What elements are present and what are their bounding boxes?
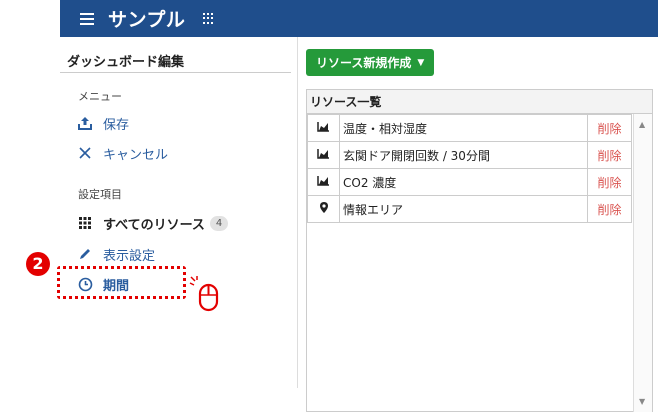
step-number-badge: 2 — [26, 252, 50, 276]
section-label-menu: メニュー — [78, 90, 122, 103]
scroll-down-icon[interactable]: ▼ — [639, 397, 645, 406]
save-button[interactable]: 保存 — [76, 113, 129, 133]
table-row[interactable]: 温度・相対湿度 削除 — [307, 114, 632, 142]
sidebar-item-display-settings[interactable]: 表示設定 — [76, 244, 155, 264]
table-row[interactable]: CO2 濃度 削除 — [307, 168, 632, 196]
all-resources-label: すべてのリソース — [103, 217, 205, 233]
section-label-settings: 設定項目 — [78, 188, 122, 201]
create-resource-button[interactable]: リソース新規作成 ▼ — [306, 49, 435, 76]
panel-title: リソース一覧 — [307, 90, 652, 114]
main-content: リソース新規作成 ▼ リソース一覧 温度・相対湿度 削除 玄関ドア開閉回数 / … — [298, 37, 658, 412]
delete-button[interactable]: 削除 — [587, 114, 632, 142]
delete-button[interactable]: 削除 — [587, 141, 632, 169]
resource-list-panel: リソース一覧 温度・相対湿度 削除 玄関ドア開閉回数 / 30分間 削除 CO2… — [306, 89, 653, 412]
upload-icon — [76, 114, 94, 132]
highlight-box — [57, 266, 186, 299]
grid-icon[interactable] — [203, 12, 215, 25]
sidebar-item-all-resources[interactable]: すべてのリソース 4 — [76, 213, 229, 233]
hamburger-icon[interactable] — [80, 12, 94, 25]
app-header: サンプル — [60, 0, 658, 37]
area-chart-icon — [307, 114, 340, 142]
table-row[interactable]: 玄関ドア開閉回数 / 30分間 削除 — [307, 141, 632, 169]
display-settings-label: 表示設定 — [103, 248, 156, 264]
sidebar-title: ダッシュボード編集 — [67, 55, 185, 70]
sidebar-divider — [60, 72, 291, 73]
scroll-up-icon[interactable]: ▲ — [639, 120, 645, 129]
resource-name: 温度・相対湿度 — [339, 114, 588, 142]
pencil-icon — [76, 245, 94, 263]
map-marker-icon — [307, 195, 340, 223]
caret-down-icon: ▼ — [417, 57, 425, 68]
cancel-button[interactable]: キャンセル — [76, 143, 168, 163]
resource-name: 情報エリア — [339, 195, 588, 223]
table-row[interactable]: 情報エリア 削除 — [307, 195, 632, 223]
grid-icon — [76, 214, 94, 232]
mouse-click-icon — [189, 276, 219, 312]
create-resource-label: リソース新規作成 — [316, 56, 412, 70]
close-icon — [76, 144, 94, 162]
resource-name: CO2 濃度 — [339, 168, 588, 196]
sidebar: ダッシュボード編集 メニュー 保存 キャンセル 設定項目 すべてのリソース 4 … — [60, 37, 298, 388]
app-title: サンプル — [108, 9, 186, 31]
count-badge: 4 — [209, 215, 229, 231]
area-chart-icon — [307, 141, 340, 169]
delete-button[interactable]: 削除 — [587, 168, 632, 196]
resource-name: 玄関ドア開閉回数 / 30分間 — [339, 141, 588, 169]
scrollbar[interactable]: ▲ ▼ — [633, 114, 652, 412]
resource-list: 温度・相対湿度 削除 玄関ドア開閉回数 / 30分間 削除 CO2 濃度 削除 — [307, 114, 634, 412]
cancel-label: キャンセル — [103, 147, 169, 163]
save-label: 保存 — [103, 117, 130, 133]
delete-button[interactable]: 削除 — [587, 195, 632, 223]
area-chart-icon — [307, 168, 340, 196]
